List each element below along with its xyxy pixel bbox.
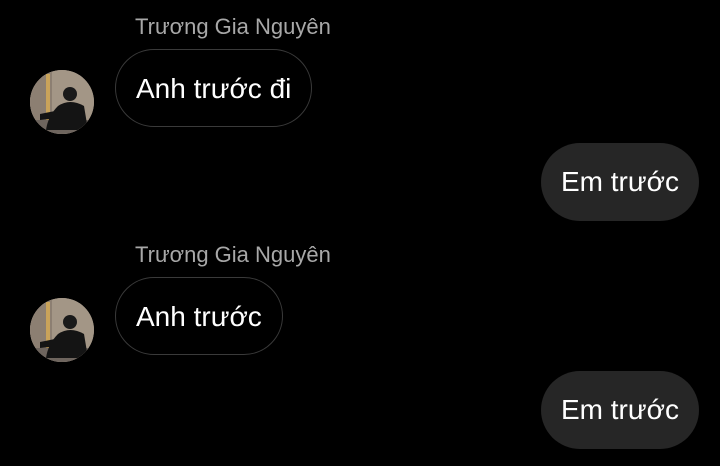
message-text: Em trước — [561, 166, 679, 197]
message-text: Em trước — [561, 394, 679, 425]
person-photo-icon — [30, 70, 94, 134]
avatar[interactable] — [30, 298, 94, 362]
message-thread: Trương Gia Nguyên Anh trước đi Em trước … — [0, 0, 720, 466]
message-text: Anh trước đi — [136, 73, 292, 104]
outgoing-message-bubble[interactable]: Em trước — [541, 371, 699, 449]
incoming-message-bubble[interactable]: Anh trước — [115, 277, 283, 355]
incoming-message-bubble[interactable]: Anh trước đi — [115, 49, 313, 127]
message-text: Anh trước — [136, 301, 262, 332]
avatar[interactable] — [30, 70, 94, 134]
sender-name: Trương Gia Nguyên — [135, 14, 331, 39]
sender-name: Trương Gia Nguyên — [135, 242, 331, 267]
person-photo-icon — [30, 298, 94, 362]
outgoing-message-bubble[interactable]: Em trước — [541, 143, 699, 221]
